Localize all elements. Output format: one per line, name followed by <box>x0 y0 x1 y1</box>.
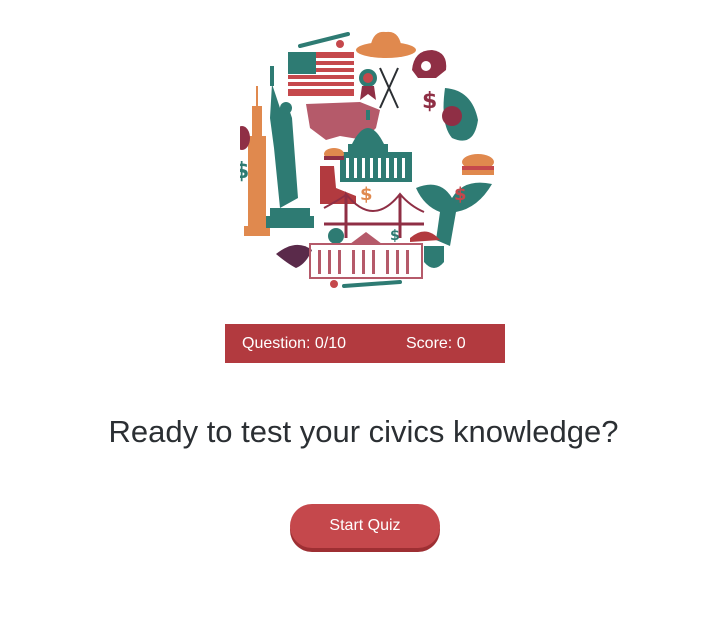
americana-collage: $ $ $ $ $ <box>240 28 500 293</box>
cowboy-hat-icon <box>356 31 416 58</box>
svg-text:$: $ <box>454 184 467 205</box>
white-house-icon <box>309 232 423 279</box>
baseball-bat-icon <box>298 32 350 48</box>
quiz-prompt: Ready to test your civics knowledge? <box>108 414 619 449</box>
headdress-icon <box>442 88 478 141</box>
svg-text:$: $ <box>240 159 249 184</box>
award-ribbon-icon <box>359 69 377 100</box>
score-counter: Score: 0 <box>406 334 466 352</box>
svg-text:$: $ <box>360 184 373 205</box>
dollar-icon: $ <box>422 89 437 114</box>
svg-text:$: $ <box>390 228 400 244</box>
football-helmet-icon <box>412 50 447 78</box>
question-counter: Question: 0/10 <box>242 334 347 352</box>
quiz-status-bar: Question: 0/10 Score: 0 <box>225 324 505 363</box>
shield-icon <box>424 246 444 268</box>
flag-icon <box>288 52 354 96</box>
start-quiz-button[interactable]: Start Quiz <box>290 504 440 548</box>
baseball-cap-icon <box>410 231 440 242</box>
eagle-head-icon <box>276 244 312 268</box>
